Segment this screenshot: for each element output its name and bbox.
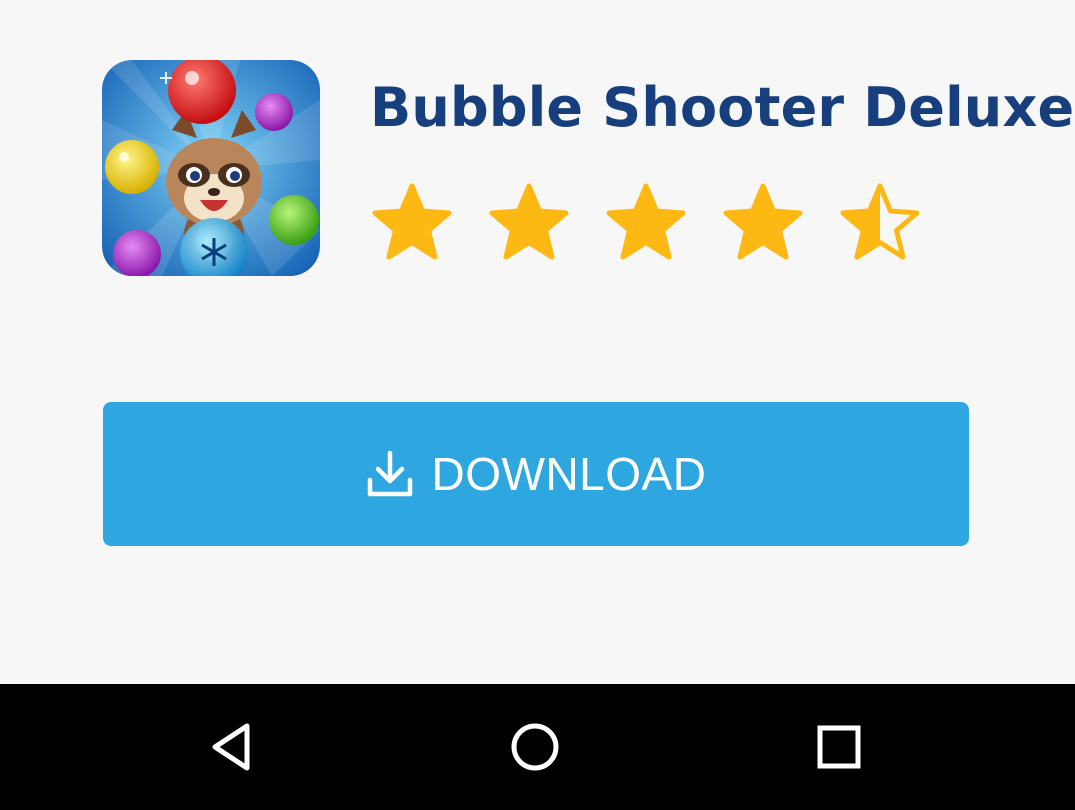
star-rating bbox=[370, 182, 922, 270]
app-detail-panel: Bubble Shooter Deluxe DOWNLOAD bbox=[0, 0, 1075, 684]
app-title: Bubble Shooter Deluxe bbox=[370, 76, 1075, 139]
recents-button[interactable] bbox=[796, 704, 882, 790]
home-button[interactable] bbox=[492, 704, 578, 790]
home-circle-icon bbox=[511, 723, 559, 771]
star-full-icon bbox=[723, 183, 803, 260]
download-icon bbox=[367, 450, 412, 497]
back-button[interactable] bbox=[189, 704, 275, 790]
app-icon[interactable] bbox=[102, 60, 320, 276]
download-button[interactable]: DOWNLOAD bbox=[103, 402, 969, 546]
recents-square-icon bbox=[817, 725, 861, 769]
star-full-icon bbox=[606, 183, 686, 260]
screen: Bubble Shooter Deluxe DOWNLOAD bbox=[0, 0, 1075, 810]
download-button-content: DOWNLOAD bbox=[366, 447, 707, 501]
star-full-icon bbox=[489, 183, 569, 260]
star-full-icon bbox=[372, 183, 452, 260]
download-label: DOWNLOAD bbox=[431, 448, 707, 500]
back-triangle-icon bbox=[212, 723, 250, 771]
system-navigation-bar bbox=[0, 684, 1075, 810]
star-half-icon bbox=[840, 183, 920, 260]
